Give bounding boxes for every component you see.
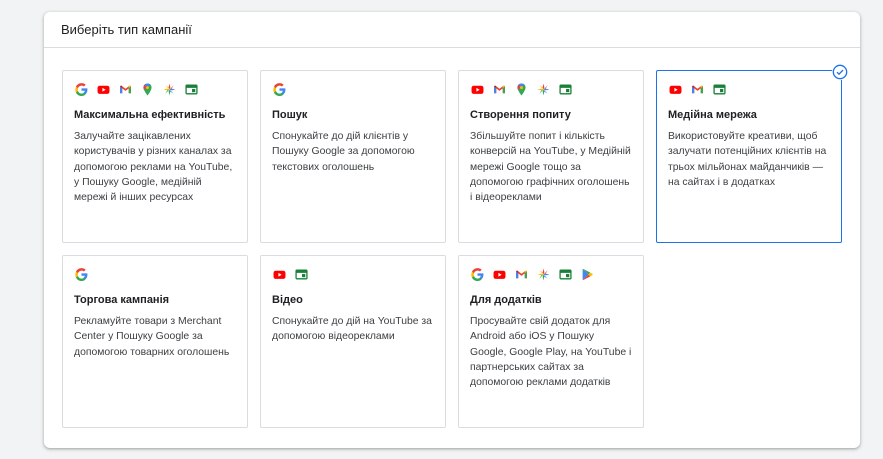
- youtube-icon: [273, 268, 286, 281]
- card-title: Відео: [272, 294, 303, 306]
- card-icons: [273, 82, 434, 96]
- card-title: Пошук: [272, 109, 308, 121]
- card-icons: [471, 267, 632, 281]
- display-icon: [559, 268, 572, 281]
- maps-icon: [141, 83, 154, 96]
- google-icon: [75, 267, 88, 281]
- card-icons: [471, 82, 632, 96]
- display-icon: [559, 83, 572, 96]
- card-description: Використовуйте креативи, щоб залучати по…: [668, 131, 827, 188]
- google-icon: [471, 267, 484, 281]
- gmail-icon: [515, 268, 528, 281]
- card-title: Максимальна ефективність: [74, 109, 226, 121]
- campaign-card-shopping[interactable]: Торгова кампанія Рекламуйте товари з Merc…: [62, 255, 248, 428]
- card-description: Залучайте зацікавлених користувачів у рі…: [74, 131, 233, 204]
- youtube-icon: [669, 83, 682, 96]
- card-icons: [75, 82, 236, 96]
- card-icons: [669, 82, 830, 96]
- card-description: Просувайте свій додаток для Android або …: [470, 316, 632, 389]
- campaign-card-display[interactable]: Медійна мережа Використовуйте креативи, щ…: [656, 64, 848, 243]
- panel-header: Виберіть тип кампанії: [44, 12, 860, 48]
- youtube-icon: [97, 83, 110, 96]
- card-description: Спонукайте до дій клієнтів у Пошуку Goog…: [272, 131, 415, 173]
- card-description: Збільшуйте попит і кількість конверсій н…: [470, 131, 631, 204]
- display-icon: [713, 83, 726, 96]
- campaign-card-search[interactable]: Пошук Спонукайте до дій клієнтів у Пошуку…: [260, 70, 446, 243]
- card-description: Рекламуйте товари з Merchant Center у По…: [74, 316, 230, 358]
- gmail-icon: [493, 83, 506, 96]
- campaign-type-panel: Виберіть тип кампанії Максимальна ефекти…: [44, 12, 860, 448]
- card-description: Спонукайте до дій на YouTube за допомого…: [272, 316, 432, 343]
- card-icons: [273, 267, 434, 281]
- google-icon: [273, 82, 286, 96]
- campaign-card-performance-max[interactable]: Максимальна ефективність Залучайте заціка…: [62, 70, 248, 243]
- campaign-card-app[interactable]: Для додатків Просувайте свій додаток для …: [458, 255, 644, 428]
- card-title: Для додатків: [470, 294, 542, 306]
- check-circle-icon: [832, 64, 848, 80]
- gmail-icon: [691, 83, 704, 96]
- maps-icon: [515, 83, 528, 96]
- display-icon: [295, 268, 308, 281]
- discover-icon: [537, 83, 550, 96]
- campaign-card-video[interactable]: Відео Спонукайте до дій на YouTube за доп…: [260, 255, 446, 428]
- youtube-icon: [493, 268, 506, 281]
- campaign-card-demand-gen[interactable]: Створення попиту Збільшуйте попит і кільк…: [458, 70, 644, 243]
- discover-icon: [537, 268, 550, 281]
- card-title: Торгова кампанія: [74, 294, 170, 306]
- play-icon: [581, 268, 594, 281]
- card-icons: [75, 267, 236, 281]
- google-icon: [75, 82, 88, 96]
- panel-title: Виберіть тип кампанії: [61, 22, 192, 37]
- card-title: Медійна мережа: [668, 109, 757, 121]
- card-title: Створення попиту: [470, 109, 571, 121]
- youtube-icon: [471, 83, 484, 96]
- gmail-icon: [119, 83, 132, 96]
- discover-icon: [163, 83, 176, 96]
- display-icon: [185, 83, 198, 96]
